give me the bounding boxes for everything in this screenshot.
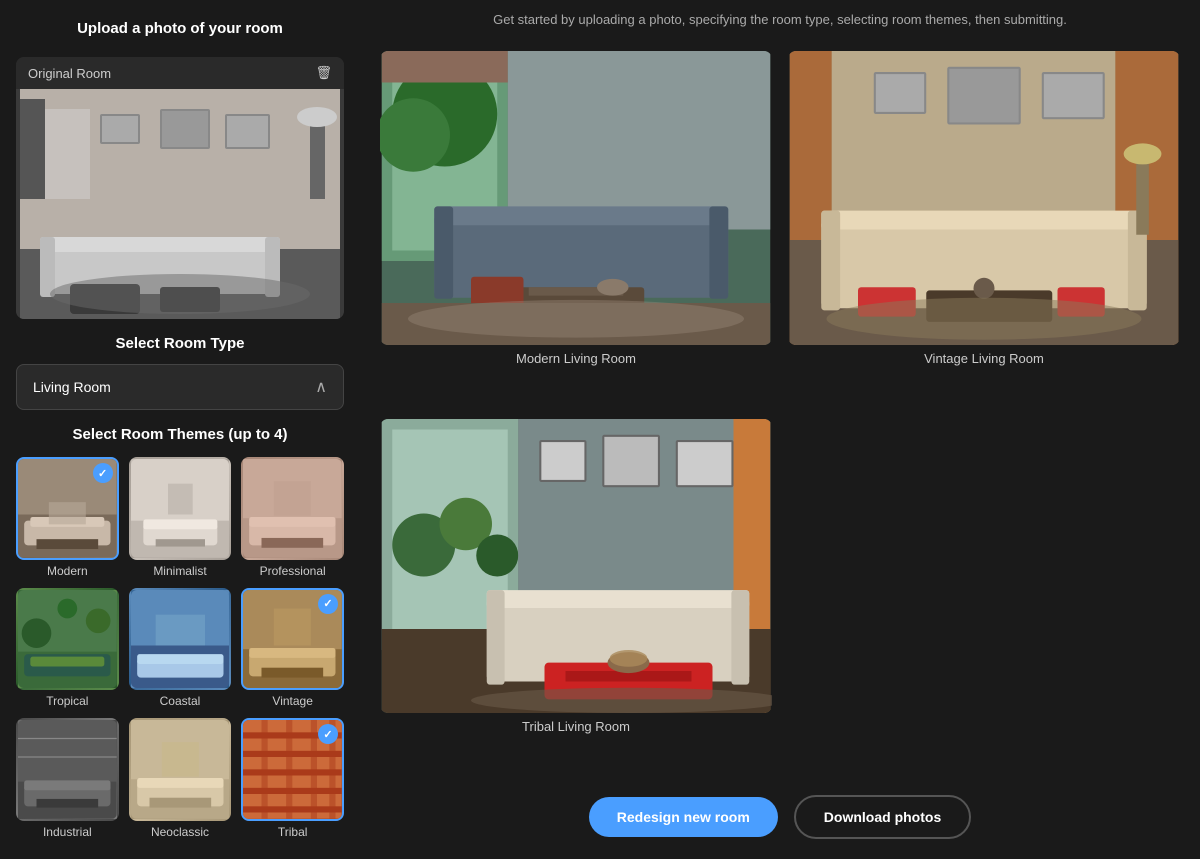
theme-item-minimalist[interactable]: Minimalist bbox=[129, 457, 232, 578]
theme-thumb-coastal bbox=[129, 588, 232, 691]
left-panel: Upload a photo of your room Original Roo… bbox=[0, 0, 360, 859]
page-subtitle: Get started by uploading a photo, specif… bbox=[380, 8, 1180, 35]
themes-section: Select Room Themes (up to 4) ✓ Modern bbox=[16, 426, 344, 839]
theme-label-professional: Professional bbox=[260, 564, 326, 578]
action-buttons-row: Redesign new room Download photos bbox=[380, 787, 1180, 839]
theme-label-neoclassic: Neoclassic bbox=[151, 825, 209, 839]
themes-grid: ✓ Modern Minimalist bbox=[16, 457, 344, 839]
theme-thumb-professional bbox=[241, 457, 344, 560]
check-badge-modern: ✓ bbox=[93, 463, 113, 483]
upload-section-title: Upload a photo of your room bbox=[16, 20, 344, 37]
result-item-modern-living: Modern Living Room bbox=[380, 51, 772, 403]
result-item-vintage-living: Vintage Living Room bbox=[788, 51, 1180, 403]
theme-label-industrial: Industrial bbox=[43, 825, 92, 839]
result-label-vintage-living: Vintage Living Room bbox=[788, 351, 1180, 366]
theme-label-tropical: Tropical bbox=[46, 694, 88, 708]
room-type-title: Select Room Type bbox=[16, 335, 344, 352]
theme-thumb-modern: ✓ bbox=[16, 457, 119, 560]
theme-thumb-industrial bbox=[16, 718, 119, 821]
upload-area: Original Room 🗑 bbox=[16, 57, 344, 319]
theme-item-modern[interactable]: ✓ Modern bbox=[16, 457, 119, 578]
upload-area-header: Original Room 🗑 bbox=[16, 57, 344, 89]
redesign-button[interactable]: Redesign new room bbox=[589, 797, 778, 837]
theme-thumb-tropical bbox=[16, 588, 119, 691]
theme-item-tribal[interactable]: ✓ Tribal bbox=[241, 718, 344, 839]
theme-label-minimalist: Minimalist bbox=[153, 564, 206, 578]
theme-label-modern: Modern bbox=[47, 564, 88, 578]
delete-icon[interactable]: 🗑 bbox=[315, 65, 332, 81]
theme-label-vintage: Vintage bbox=[272, 694, 312, 708]
theme-item-vintage[interactable]: ✓ Vintage bbox=[241, 588, 344, 709]
theme-thumb-minimalist bbox=[129, 457, 232, 560]
result-image-vintage-living bbox=[788, 51, 1180, 345]
theme-thumb-neoclassic bbox=[129, 718, 232, 821]
result-item-tribal-living: Tribal Living Room bbox=[380, 419, 772, 771]
check-badge-vintage: ✓ bbox=[318, 594, 338, 614]
room-type-dropdown[interactable]: Living Room ∧ bbox=[16, 364, 344, 410]
result-image-modern-living bbox=[380, 51, 772, 345]
themes-title: Select Room Themes (up to 4) bbox=[16, 426, 344, 443]
theme-item-neoclassic[interactable]: Neoclassic bbox=[129, 718, 232, 839]
theme-thumb-vintage: ✓ bbox=[241, 588, 344, 691]
room-type-section: Select Room Type Living Room ∧ bbox=[16, 335, 344, 410]
theme-thumb-tribal: ✓ bbox=[241, 718, 344, 821]
theme-item-industrial[interactable]: Industrial bbox=[16, 718, 119, 839]
theme-label-tribal: Tribal bbox=[278, 825, 308, 839]
theme-label-coastal: Coastal bbox=[160, 694, 201, 708]
room-image bbox=[16, 89, 344, 319]
result-label-modern-living: Modern Living Room bbox=[380, 351, 772, 366]
chevron-up-icon: ∧ bbox=[315, 377, 327, 397]
selected-room-type: Living Room bbox=[33, 379, 111, 395]
result-image-tribal-living bbox=[380, 419, 772, 713]
download-button[interactable]: Download photos bbox=[794, 795, 971, 839]
results-grid: Modern Living Room bbox=[380, 51, 1180, 771]
theme-item-tropical[interactable]: Tropical bbox=[16, 588, 119, 709]
original-room-label: Original Room bbox=[28, 66, 111, 81]
theme-item-professional[interactable]: Professional bbox=[241, 457, 344, 578]
right-panel: Get started by uploading a photo, specif… bbox=[360, 0, 1200, 859]
room-image-container[interactable] bbox=[16, 89, 344, 319]
theme-item-coastal[interactable]: Coastal bbox=[129, 588, 232, 709]
result-label-tribal-living: Tribal Living Room bbox=[380, 719, 772, 734]
